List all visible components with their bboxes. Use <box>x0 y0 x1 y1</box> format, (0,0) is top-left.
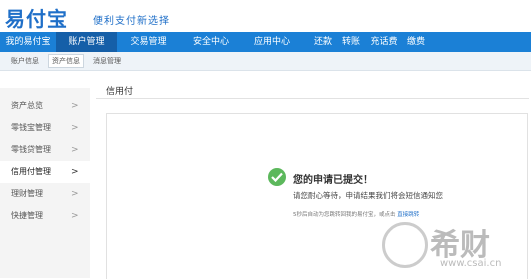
nav-quick-pay-bills[interactable]: 缴费 <box>404 32 428 52</box>
watermark-url: www.csai.cn <box>440 258 502 269</box>
subnav-asset-info[interactable]: 资产信息 <box>48 54 84 68</box>
sidebar-item-label: 理财管理 <box>11 189 43 198</box>
chevron-right-icon: > <box>71 123 79 133</box>
page-title: 信用付 <box>106 87 134 97</box>
redirect-text: 5秒后自动为您跳转回我的易付宝，或点击 <box>293 212 396 218</box>
subnav-message-management[interactable]: 消息管理 <box>90 55 124 67</box>
redirect-notice: 5秒后自动为您跳转回我的易付宝，或点击 直接跳转 <box>293 210 419 218</box>
sidebar-item-credit-pay[interactable]: 信用付管理 > <box>0 161 90 183</box>
nav-quick-recharge[interactable]: 充话费 <box>368 32 400 52</box>
chevron-right-icon: > <box>71 145 79 155</box>
sidebar-item-label: 信用付管理 <box>11 167 51 176</box>
sidebar-item-lingqiandai[interactable]: 零钱贷管理 > <box>0 139 90 161</box>
sidebar-item-wealth-management[interactable]: 理财管理 > <box>0 183 90 205</box>
sidebar-item-label: 快捷管理 <box>11 211 43 220</box>
chevron-right-icon: > <box>71 101 79 111</box>
nav-quick-repay[interactable]: 还款 <box>311 32 335 52</box>
redirect-link[interactable]: 直接跳转 <box>397 212 419 218</box>
nav-app-center[interactable]: 应用中心 <box>242 32 302 52</box>
nav-security-center[interactable]: 安全中心 <box>180 32 242 52</box>
brand-slogan: 便利支付新选择 <box>93 16 170 27</box>
watermark-logo-icon <box>382 222 428 268</box>
title-divider <box>96 98 529 99</box>
sidebar-item-quick-pay[interactable]: 快捷管理 > <box>0 205 90 227</box>
header: 易付宝 便利支付新选择 <box>0 0 531 32</box>
sidebar-item-label: 零钱贷管理 <box>11 145 51 154</box>
chevron-right-icon: > <box>71 189 79 199</box>
sub-nav: 账户信息 资产信息 消息管理 <box>0 52 531 71</box>
sidebar: 资产总览 > 零钱宝管理 > 零钱贷管理 > 信用付管理 > 理财管理 > 快捷… <box>0 88 90 278</box>
nav-transaction-management[interactable]: 交易管理 <box>117 32 180 52</box>
chevron-right-icon: > <box>71 211 79 221</box>
sidebar-item-label: 零钱宝管理 <box>11 123 51 132</box>
sidebar-item-lingqianbao[interactable]: 零钱宝管理 > <box>0 117 90 139</box>
subnav-account-info[interactable]: 账户信息 <box>8 55 42 67</box>
chevron-right-icon: > <box>71 167 79 177</box>
sidebar-item-label: 资产总览 <box>11 101 43 110</box>
nav-quick-transfer[interactable]: 转账 <box>339 32 363 52</box>
nav-account-management[interactable]: 账户管理 <box>56 32 117 52</box>
nav-my-yifubao[interactable]: 我的易付宝 <box>0 32 56 52</box>
brand-logo[interactable]: 易付宝 <box>5 3 68 32</box>
sidebar-item-asset-overview[interactable]: 资产总览 > <box>0 95 90 117</box>
success-description: 请您耐心等待，申请结果我们将会短信通知您 <box>293 191 443 200</box>
success-title: 您的申请已提交！ <box>293 175 373 186</box>
primary-nav: 我的易付宝 账户管理 交易管理 安全中心 应用中心 还款 转账 充话费 缴费 <box>0 32 531 52</box>
check-circle-icon <box>268 168 286 186</box>
